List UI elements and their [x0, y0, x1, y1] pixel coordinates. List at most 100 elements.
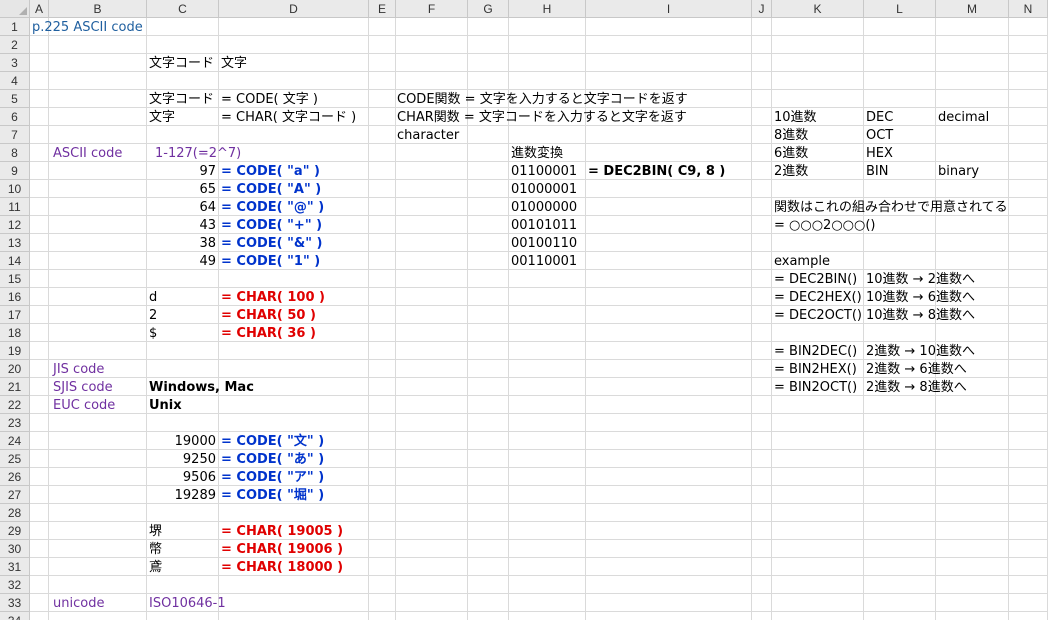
row-header-31[interactable]: 31 — [0, 558, 30, 576]
cell-C5[interactable]: 文字コード — [149, 91, 214, 109]
cell-D12[interactable]: = CODE( "+" ) — [221, 217, 322, 235]
cell-L19[interactable]: 2進数 → 10進数へ — [866, 343, 975, 361]
row-header-21[interactable]: 21 — [0, 378, 30, 396]
cell-L7[interactable]: OCT — [866, 127, 893, 145]
cell-D6[interactable]: = CHAR( 文字コード ) — [221, 109, 356, 127]
cell-K7[interactable]: 8進数 — [774, 127, 808, 145]
row-header-12[interactable]: 12 — [0, 216, 30, 234]
column-header-k[interactable]: K — [772, 0, 864, 18]
cell-C3[interactable]: 文字コード — [149, 55, 214, 73]
cell-C14[interactable]: 49 — [147, 253, 216, 271]
cell-D25[interactable]: = CODE( "あ" ) — [221, 451, 324, 469]
cell-C29[interactable]: 堺 — [149, 523, 162, 541]
cell-C21[interactable]: Windows, Mac — [149, 379, 254, 397]
row-header-34[interactable]: 34 — [0, 612, 30, 620]
cell-C22[interactable]: Unix — [149, 397, 182, 415]
row-header-6[interactable]: 6 — [0, 108, 30, 126]
cell-I9[interactable]: = DEC2BIN( C9, 8 ) — [588, 163, 725, 181]
cell-C33[interactable]: ISO10646-1 — [149, 595, 226, 613]
cell-K9[interactable]: 2進数 — [774, 163, 808, 181]
cell-D11[interactable]: = CODE( "@" ) — [221, 199, 324, 217]
column-header-d[interactable]: D — [219, 0, 369, 18]
cell-C18[interactable]: $ — [149, 325, 157, 343]
row-header-18[interactable]: 18 — [0, 324, 30, 342]
cell-L17[interactable]: 10進数 → 8進数へ — [866, 307, 975, 325]
row-header-16[interactable]: 16 — [0, 288, 30, 306]
row-header-27[interactable]: 27 — [0, 486, 30, 504]
cell-C6[interactable]: 文字 — [149, 109, 175, 127]
column-header-l[interactable]: L — [864, 0, 936, 18]
column-header-h[interactable]: H — [509, 0, 586, 18]
cell-L8[interactable]: HEX — [866, 145, 893, 163]
cell-K15[interactable]: = DEC2BIN() — [774, 271, 857, 289]
cell-H14[interactable]: 00110001 — [511, 253, 577, 271]
row-header-33[interactable]: 33 — [0, 594, 30, 612]
cell-C17[interactable]: 2 — [149, 307, 157, 325]
cell-K11[interactable]: 関数はこれの組み合わせで用意されてる — [774, 199, 1008, 217]
row-header-29[interactable]: 29 — [0, 522, 30, 540]
row-header-25[interactable]: 25 — [0, 450, 30, 468]
cell-K14[interactable]: example — [774, 253, 830, 271]
spreadsheet-grid[interactable]: ABCDEFGHIJKLMN 1 2 3 4 5 6 7 8 9 10 11 12 13 14 15 16 17… — [0, 0, 1048, 620]
cell-D30[interactable]: = CHAR( 19006 ) — [221, 541, 343, 559]
cell-M6[interactable]: decimal — [938, 109, 989, 127]
cell-C16[interactable]: d — [149, 289, 157, 307]
cell-H8[interactable]: 進数変換 — [511, 145, 563, 163]
row-header-2[interactable]: 2 — [0, 36, 30, 54]
row-header-24[interactable]: 24 — [0, 432, 30, 450]
cell-D27[interactable]: = CODE( "堀" ) — [221, 487, 324, 505]
row-header-5[interactable]: 5 — [0, 90, 30, 108]
row-header-3[interactable]: 3 — [0, 54, 30, 72]
cell-L21[interactable]: 2進数 → 8進数へ — [866, 379, 967, 397]
cell-C25[interactable]: 9250 — [147, 451, 216, 469]
row-header-17[interactable]: 17 — [0, 306, 30, 324]
row-header-4[interactable]: 4 — [0, 72, 30, 90]
row-header-10[interactable]: 10 — [0, 180, 30, 198]
cell-D18[interactable]: = CHAR( 36 ) — [221, 325, 316, 343]
cell-C12[interactable]: 43 — [147, 217, 216, 235]
cell-D24[interactable]: = CODE( "文" ) — [221, 433, 324, 451]
cell-L6[interactable]: DEC — [866, 109, 893, 127]
cell-L20[interactable]: 2進数 → 6進数へ — [866, 361, 967, 379]
cell-D9[interactable]: = CODE( "a" ) — [221, 163, 320, 181]
row-header-14[interactable]: 14 — [0, 252, 30, 270]
cell-C24[interactable]: 19000 — [147, 433, 216, 451]
cell-D26[interactable]: = CODE( "ア" ) — [221, 469, 324, 487]
cell-D31[interactable]: = CHAR( 18000 ) — [221, 559, 343, 577]
cell-D13[interactable]: = CODE( "&" ) — [221, 235, 323, 253]
cell-C26[interactable]: 9506 — [147, 469, 216, 487]
cell-C30[interactable]: 幣 — [149, 541, 162, 559]
row-header-19[interactable]: 19 — [0, 342, 30, 360]
cell-K16[interactable]: = DEC2HEX() — [774, 289, 862, 307]
row-header-13[interactable]: 13 — [0, 234, 30, 252]
cell-K12[interactable]: = ○○○2○○○() — [774, 217, 876, 235]
cell-L15[interactable]: 10進数 → 2進数へ — [866, 271, 975, 289]
row-header-30[interactable]: 30 — [0, 540, 30, 558]
cell-C27[interactable]: 19289 — [147, 487, 216, 505]
cell-M9[interactable]: binary — [938, 163, 979, 181]
row-header-7[interactable]: 7 — [0, 126, 30, 144]
cell-D17[interactable]: = CHAR( 50 ) — [221, 307, 316, 325]
row-header-20[interactable]: 20 — [0, 360, 30, 378]
column-header-b[interactable]: B — [49, 0, 147, 18]
cell-D14[interactable]: = CODE( "1" ) — [221, 253, 320, 271]
column-header-n[interactable]: N — [1009, 0, 1048, 18]
row-header-32[interactable]: 32 — [0, 576, 30, 594]
column-header-e[interactable]: E — [369, 0, 396, 18]
cell-C10[interactable]: 65 — [147, 181, 216, 199]
cell-B21[interactable]: SJIS code — [53, 379, 113, 397]
cell-K6[interactable]: 10進数 — [774, 109, 817, 127]
cell-A1[interactable]: p.225 ASCII code — [32, 19, 143, 37]
row-header-15[interactable]: 15 — [0, 270, 30, 288]
cell-C31[interactable]: 鳶 — [149, 559, 162, 577]
cell-C11[interactable]: 64 — [147, 199, 216, 217]
cell-F5[interactable]: CODE関数 = 文字を入力すると文字コードを返す — [397, 91, 688, 109]
cell-D29[interactable]: = CHAR( 19005 ) — [221, 523, 343, 541]
cell-H11[interactable]: 01000000 — [511, 199, 577, 217]
column-header-m[interactable]: M — [936, 0, 1009, 18]
column-header-j[interactable]: J — [752, 0, 772, 18]
cell-K19[interactable]: = BIN2DEC() — [774, 343, 857, 361]
cell-K20[interactable]: = BIN2HEX() — [774, 361, 857, 379]
cell-D16[interactable]: = CHAR( 100 ) — [221, 289, 325, 307]
cell-H12[interactable]: 00101011 — [511, 217, 577, 235]
